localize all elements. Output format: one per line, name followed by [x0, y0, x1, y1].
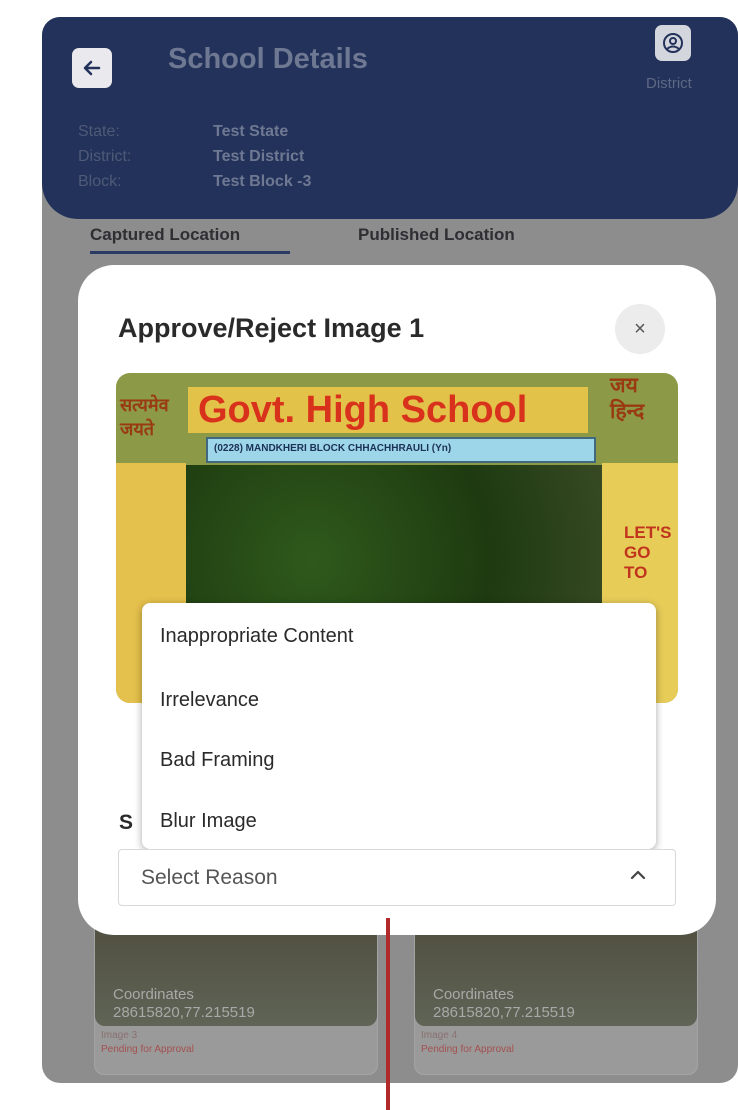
close-button[interactable]: ×	[615, 304, 665, 354]
status-text: Pending for Approval	[421, 1044, 514, 1055]
arrow-left-icon	[83, 60, 101, 76]
reason-label-partial: S	[119, 811, 134, 834]
district-label: District	[646, 75, 692, 92]
info-row-block: Block: Test Block -3	[78, 173, 311, 191]
close-icon: ×	[634, 317, 646, 340]
photo-strip-text: (0228) MANDKHERI BLOCK CHHACHHRAULI (Yn)	[214, 443, 452, 454]
tab-published-location[interactable]: Published Location	[358, 225, 515, 245]
info-key: Block:	[78, 173, 122, 190]
image-name: Image 4	[421, 1030, 458, 1041]
annotation-line	[386, 918, 390, 1110]
coord-label: Coordinates	[433, 986, 514, 1003]
status-text: Pending for Approval	[101, 1044, 194, 1055]
coord-label: Coordinates	[113, 986, 194, 1003]
select-placeholder: Select Reason	[141, 866, 278, 889]
active-tab-indicator	[90, 251, 290, 254]
option-irrelevance[interactable]: Irrelevance	[160, 689, 259, 712]
info-key: District:	[78, 148, 132, 165]
info-value: Test Block -3	[213, 173, 312, 190]
app-header: School Details District State: Test State…	[42, 17, 738, 219]
info-value: Test State	[213, 123, 289, 140]
info-row-state: State: Test State	[78, 123, 288, 141]
info-row-district: District: Test District	[78, 148, 304, 166]
image-name: Image 3	[101, 1030, 138, 1041]
district-button[interactable]	[655, 25, 691, 61]
photo-hindi-right: जय हिन्द	[610, 374, 645, 423]
photo-hindi-left: सत्यमेव जयते	[120, 395, 169, 439]
photo-lets-go: LET'S GO TO	[624, 523, 672, 582]
reason-select[interactable]: Select Reason	[118, 849, 676, 906]
option-bad-framing[interactable]: Bad Framing	[160, 749, 275, 772]
coord-value: 28615820,77.215519	[113, 1004, 255, 1021]
option-inappropriate-content[interactable]: Inappropriate Content	[160, 625, 353, 648]
info-value: Test District	[213, 148, 305, 165]
info-key: State:	[78, 123, 120, 140]
reason-dropdown-menu: Inappropriate Content Irrelevance Bad Fr…	[142, 603, 656, 849]
back-button[interactable]	[72, 48, 112, 88]
chevron-up-icon	[630, 870, 646, 880]
tab-captured-location[interactable]: Captured Location	[90, 225, 240, 245]
photo-sign-text: Govt. High School	[198, 389, 528, 431]
user-circle-icon	[663, 33, 683, 53]
modal-title: Approve/Reject Image 1	[118, 313, 425, 343]
option-blur-image[interactable]: Blur Image	[160, 810, 257, 833]
coord-value: 28615820,77.215519	[433, 1004, 575, 1021]
page-title: School Details	[168, 43, 368, 75]
